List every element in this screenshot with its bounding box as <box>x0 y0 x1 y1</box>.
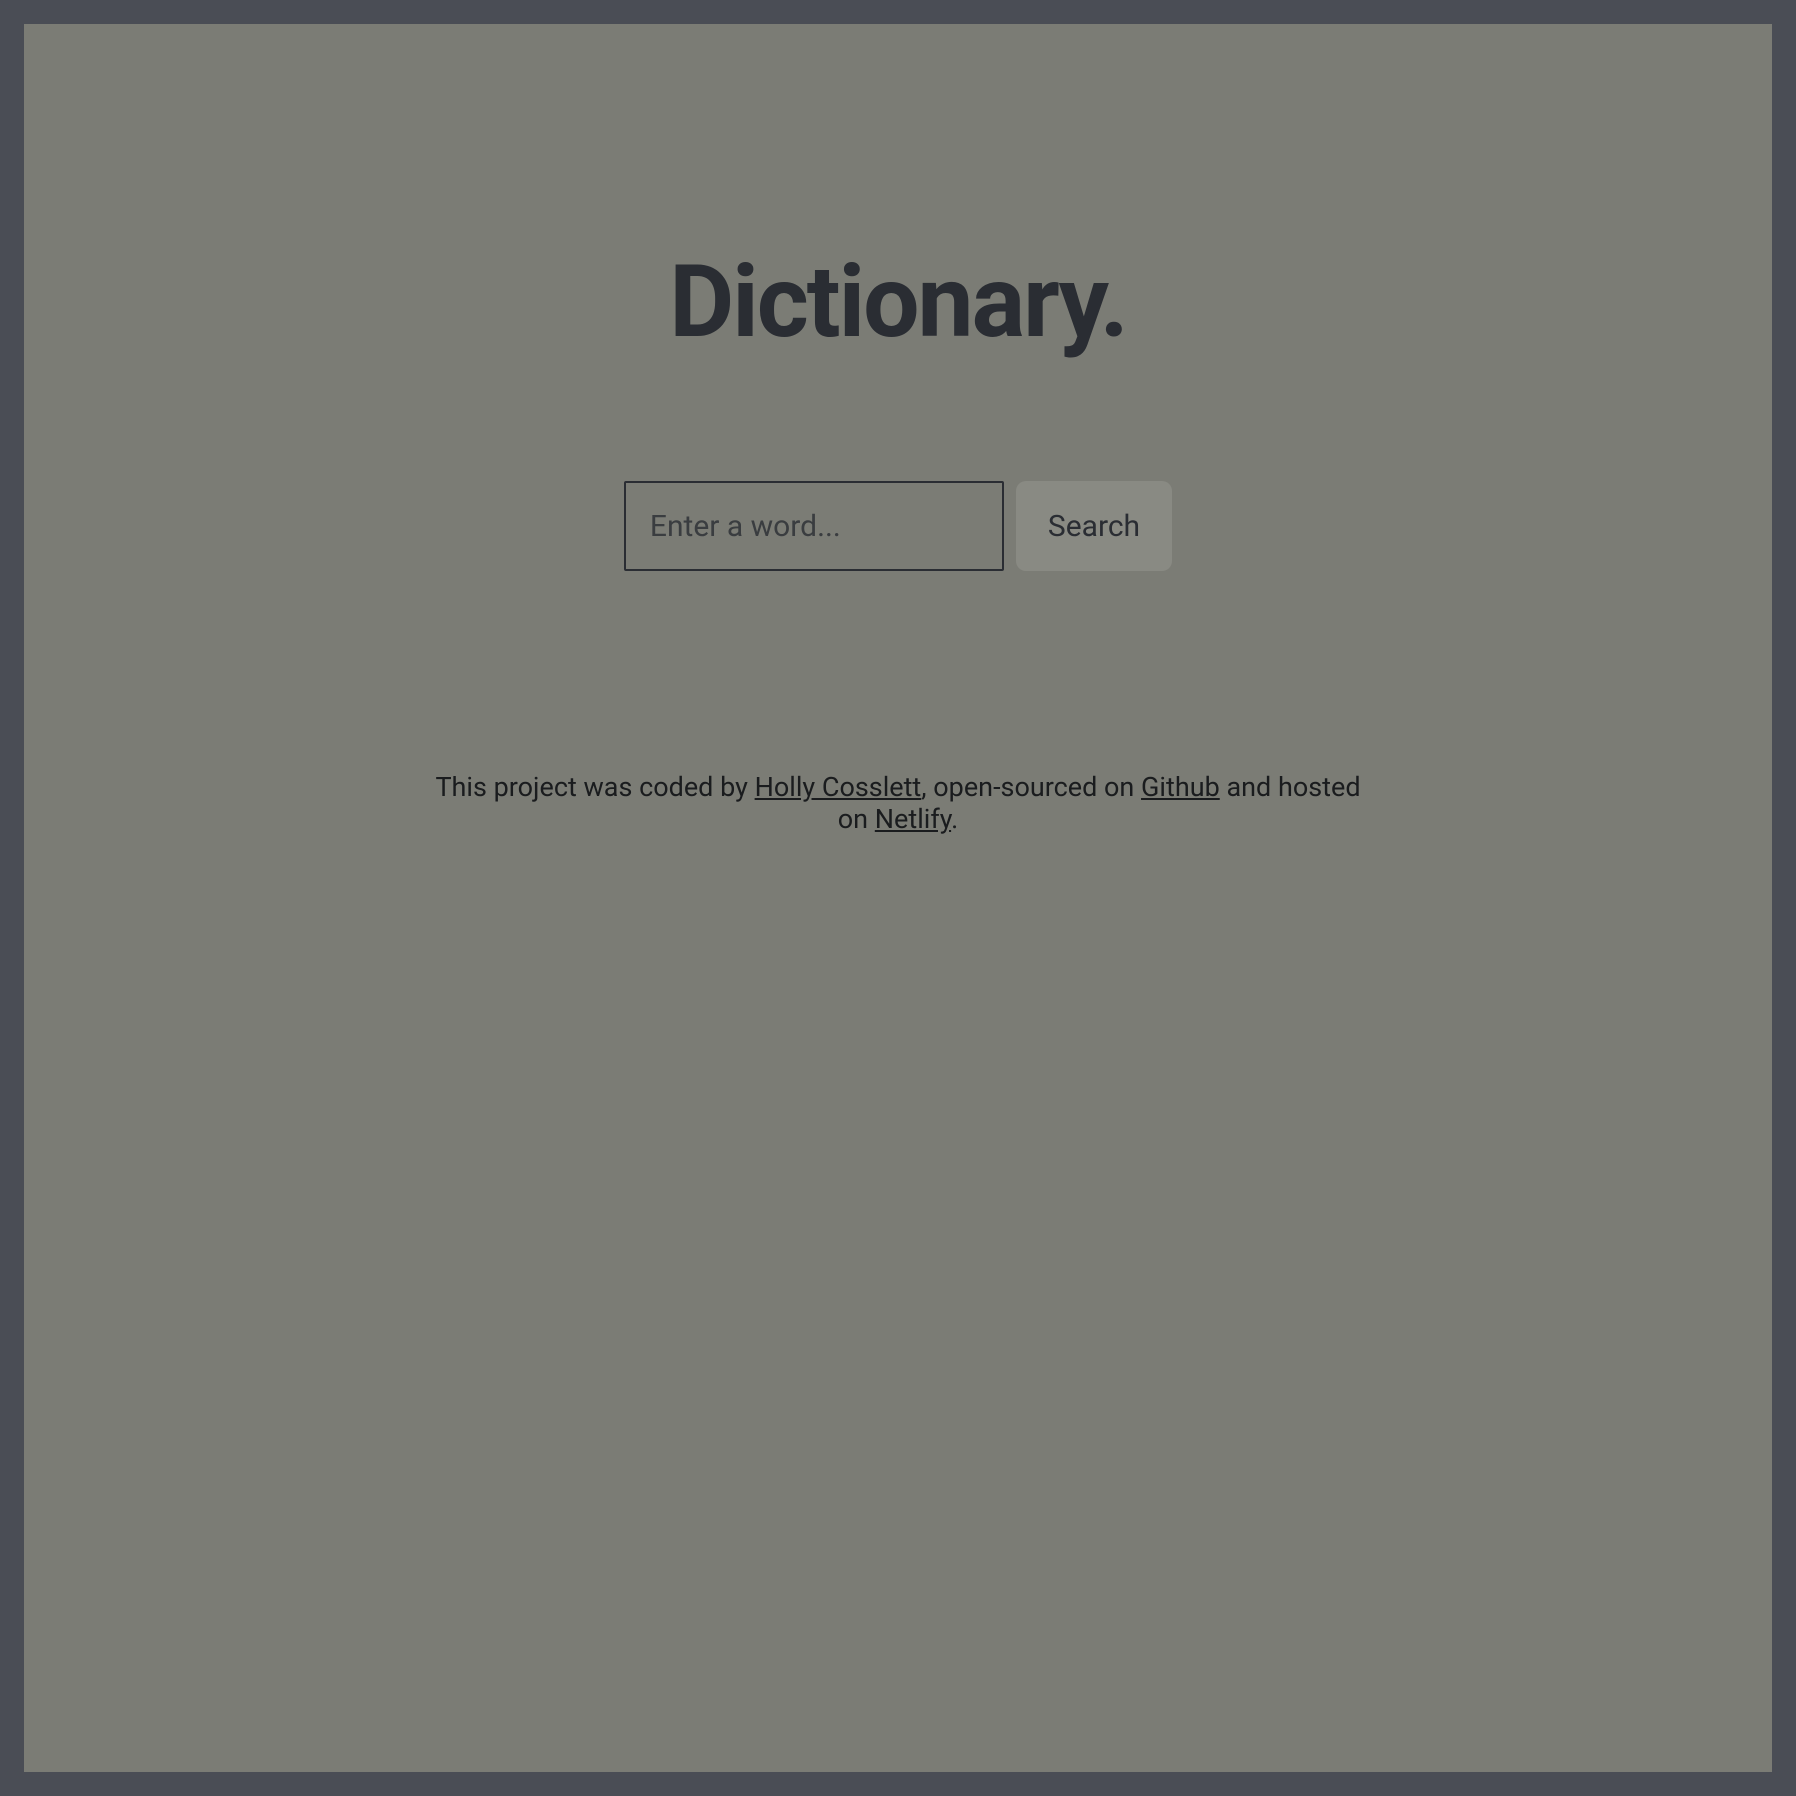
netlify-link[interactable]: Netlify <box>875 803 951 835</box>
footer-text: This project was coded by Holly Cosslett… <box>418 771 1378 835</box>
search-form: Search <box>418 481 1378 571</box>
page-title: Dictionary. <box>418 244 1378 361</box>
search-button[interactable]: Search <box>1016 481 1172 571</box>
footer-middle1: , open-sourced on <box>921 771 1141 803</box>
author-link[interactable]: Holly Cosslett <box>755 771 922 803</box>
content-wrapper: Dictionary. Search This project was code… <box>418 244 1378 835</box>
footer-suffix: . <box>951 803 958 835</box>
github-link[interactable]: Github <box>1141 771 1220 803</box>
footer-prefix: This project was coded by <box>435 771 754 803</box>
page-container: Dictionary. Search This project was code… <box>24 24 1772 1772</box>
search-input[interactable] <box>624 481 1004 571</box>
